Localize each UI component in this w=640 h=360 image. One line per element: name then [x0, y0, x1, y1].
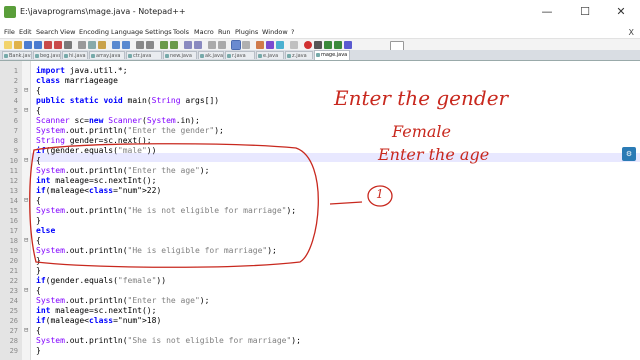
annotation-number: 1 [376, 187, 384, 201]
annotation-dash [329, 201, 363, 205]
annotation-enter-gender: Enter the gender [334, 86, 509, 110]
annotation-enter-age: Enter the age [378, 145, 490, 164]
annotation-ink [29, 143, 393, 268]
red-circle-annotation [29, 143, 319, 268]
annotation-female: Female [392, 122, 451, 141]
